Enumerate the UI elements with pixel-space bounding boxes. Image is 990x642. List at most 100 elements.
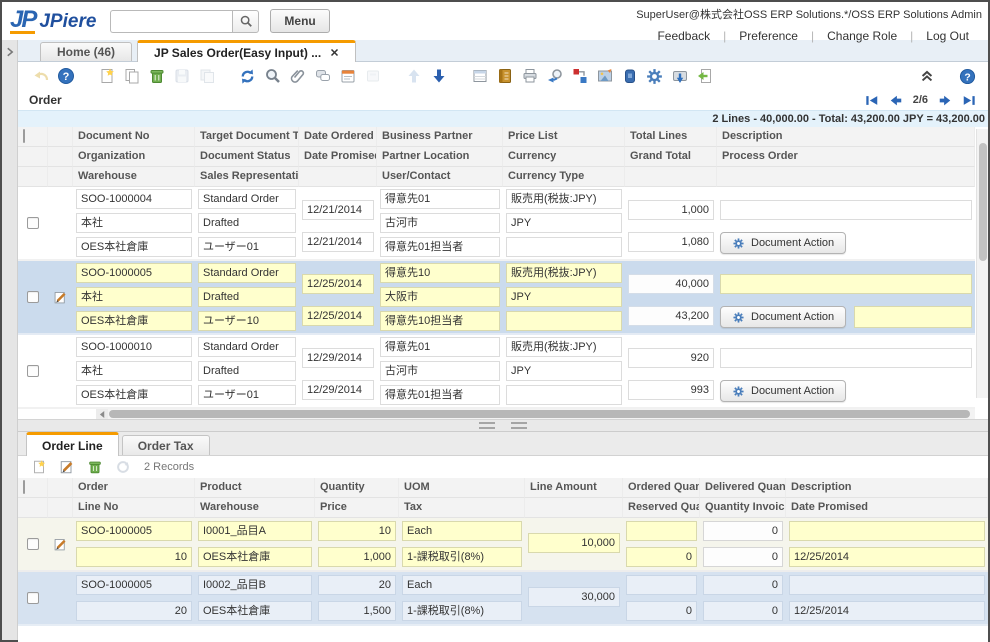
column-header-process-order[interactable]: Process Order bbox=[717, 147, 975, 167]
column-header-line-no[interactable]: Line No bbox=[73, 498, 195, 518]
last-record-icon[interactable] bbox=[962, 94, 976, 107]
save-create-icon[interactable] bbox=[196, 66, 217, 87]
close-tab-icon[interactable] bbox=[330, 48, 339, 57]
currency-cell[interactable]: JPY bbox=[506, 287, 622, 307]
column-header-line-amount[interactable]: Line Amount bbox=[525, 478, 623, 498]
partner-location-cell[interactable]: 古河市 bbox=[380, 361, 500, 381]
column-header-ordered-quantity[interactable]: Ordered Quantity bbox=[623, 478, 700, 498]
refresh-lines-icon[interactable] bbox=[112, 457, 133, 478]
currency-type-cell[interactable] bbox=[506, 237, 622, 257]
refresh-icon[interactable] bbox=[237, 66, 258, 87]
line-amount-cell[interactable]: 30,000 bbox=[528, 587, 620, 607]
document-action-button[interactable]: Document Action bbox=[720, 306, 846, 328]
help-icon[interactable]: ? bbox=[55, 66, 76, 87]
warehouse-cell[interactable]: OES本社倉庫 bbox=[76, 311, 192, 331]
horizontal-scrollbar-thumb[interactable] bbox=[109, 410, 970, 418]
uom-cell[interactable]: Each bbox=[402, 521, 522, 541]
warehouse-cell[interactable]: OES本社倉庫 bbox=[76, 385, 192, 405]
vertical-scrollbar[interactable] bbox=[976, 129, 988, 398]
currency-type-cell[interactable] bbox=[506, 385, 622, 405]
total-lines-cell[interactable]: 1,000 bbox=[628, 200, 714, 220]
detail-record-icon[interactable] bbox=[428, 66, 449, 87]
line-description-cell[interactable] bbox=[789, 521, 985, 541]
grand-total-cell[interactable]: 993 bbox=[628, 380, 714, 400]
organization-cell[interactable]: 本社 bbox=[76, 287, 192, 307]
date-promised-cell[interactable]: 12/21/2014 bbox=[302, 232, 374, 252]
column-header-tax[interactable]: Tax bbox=[399, 498, 525, 518]
partner-location-cell[interactable]: 大阪市 bbox=[380, 287, 500, 307]
column-header-organization[interactable]: Organization bbox=[73, 147, 195, 167]
global-search-input[interactable] bbox=[110, 10, 232, 33]
column-header-warehouse[interactable]: Warehouse bbox=[73, 167, 195, 187]
line-warehouse-cell[interactable]: OES本社倉庫 bbox=[198, 601, 312, 621]
user-contact-cell[interactable]: 得意先10担当者 bbox=[380, 311, 500, 331]
column-header-user-contact[interactable]: User/Contact bbox=[377, 167, 503, 187]
date-ordered-cell[interactable]: 12/25/2014 bbox=[302, 274, 374, 294]
ordered-qty-cell[interactable] bbox=[626, 575, 697, 595]
currency-cell[interactable]: JPY bbox=[506, 213, 622, 233]
splitter-grip-icon[interactable] bbox=[479, 422, 495, 429]
line-date-promised-cell[interactable]: 12/25/2014 bbox=[789, 547, 985, 567]
column-header-delivered-quantity[interactable]: Delivered Quantity bbox=[700, 478, 786, 498]
order-row-3[interactable]: SOO-1000010 本社 OES本社倉庫 Standard Order Dr… bbox=[18, 335, 975, 409]
print-icon[interactable] bbox=[519, 66, 540, 87]
undo-icon[interactable] bbox=[30, 66, 51, 87]
order-line-row-1-selected[interactable]: SOO-1000005 10 I0001_品目A OES本社倉庫 10 1,00… bbox=[18, 518, 988, 572]
product-cell[interactable]: I0001_品目A bbox=[198, 521, 312, 541]
panel-splitter[interactable] bbox=[18, 419, 988, 432]
tab-order-line[interactable]: Order Line bbox=[26, 432, 119, 456]
organization-cell[interactable]: 本社 bbox=[76, 361, 192, 381]
total-lines-cell[interactable]: 920 bbox=[628, 348, 714, 368]
ordered-qty-cell[interactable] bbox=[626, 521, 697, 541]
end-window-icon[interactable] bbox=[694, 66, 715, 87]
currency-type-cell[interactable] bbox=[506, 311, 622, 331]
column-header-sales-representative[interactable]: Sales Representative bbox=[195, 167, 299, 187]
tax-cell[interactable]: 1-課税取引(8%) bbox=[402, 601, 522, 621]
user-contact-cell[interactable]: 得意先01担当者 bbox=[380, 385, 500, 405]
doc-status-cell[interactable]: Drafted bbox=[198, 361, 296, 381]
uom-cell[interactable]: Each bbox=[402, 575, 522, 595]
line-warehouse-cell[interactable]: OES本社倉庫 bbox=[198, 547, 312, 567]
line-order-cell[interactable]: SOO-1000005 bbox=[76, 575, 192, 595]
business-partner-cell[interactable]: 得意先01 bbox=[380, 189, 500, 209]
archived-docs-icon[interactable] bbox=[544, 66, 565, 87]
new-record-icon[interactable] bbox=[96, 66, 117, 87]
tab-order-tax[interactable]: Order Tax bbox=[122, 435, 210, 455]
invoiced-qty-cell[interactable]: 0 bbox=[703, 547, 783, 567]
date-ordered-cell[interactable]: 12/21/2014 bbox=[302, 200, 374, 220]
delivered-qty-cell[interactable]: 0 bbox=[703, 575, 783, 595]
price-list-cell[interactable]: 販売用(税抜:JPY) bbox=[506, 337, 622, 357]
price-cell[interactable]: 1,000 bbox=[318, 547, 396, 567]
row-checkbox[interactable] bbox=[27, 217, 39, 229]
export-icon[interactable] bbox=[669, 66, 690, 87]
menu-button[interactable]: Menu bbox=[270, 9, 329, 33]
request-icon[interactable] bbox=[337, 66, 358, 87]
splitter-grip-icon[interactable] bbox=[511, 422, 527, 429]
quantity-cell[interactable]: 10 bbox=[318, 521, 396, 541]
order-row-2-selected[interactable]: SOO-1000005 本社 OES本社倉庫 Standard Order Dr… bbox=[18, 261, 975, 335]
doc-type-cell[interactable]: Standard Order bbox=[198, 263, 296, 283]
scroll-left-icon[interactable] bbox=[96, 409, 108, 419]
column-header-partner-location[interactable]: Partner Location bbox=[377, 147, 503, 167]
feedback-link[interactable]: Feedback bbox=[644, 29, 723, 43]
line-description-cell[interactable] bbox=[789, 575, 985, 595]
doc-type-cell[interactable]: Standard Order bbox=[198, 189, 296, 209]
column-header-date-ordered[interactable]: Date Ordered bbox=[299, 127, 377, 147]
date-promised-cell[interactable]: 12/25/2014 bbox=[302, 306, 374, 326]
column-header-quantity-invoiced[interactable]: Quantity Invoiced bbox=[700, 498, 786, 518]
report-icon[interactable] bbox=[494, 66, 515, 87]
grand-total-cell[interactable]: 1,080 bbox=[628, 232, 714, 252]
document-action-button[interactable]: Document Action bbox=[720, 232, 846, 254]
total-lines-cell[interactable]: 40,000 bbox=[628, 274, 714, 294]
grid-toggle-icon[interactable] bbox=[469, 66, 490, 87]
column-header-target-document-type[interactable]: Target Document Type bbox=[195, 127, 299, 147]
date-promised-cell[interactable]: 12/29/2014 bbox=[302, 380, 374, 400]
column-header-line-warehouse[interactable]: Warehouse bbox=[195, 498, 315, 518]
currency-cell[interactable]: JPY bbox=[506, 361, 622, 381]
vertical-scrollbar-thumb[interactable] bbox=[979, 143, 987, 261]
partner-location-cell[interactable]: 古河市 bbox=[380, 213, 500, 233]
previous-record-icon[interactable] bbox=[889, 94, 903, 107]
logout-link[interactable]: Log Out bbox=[913, 29, 982, 43]
column-header-date-promised[interactable]: Date Promised bbox=[299, 147, 377, 167]
column-header-business-partner[interactable]: Business Partner bbox=[377, 127, 503, 147]
